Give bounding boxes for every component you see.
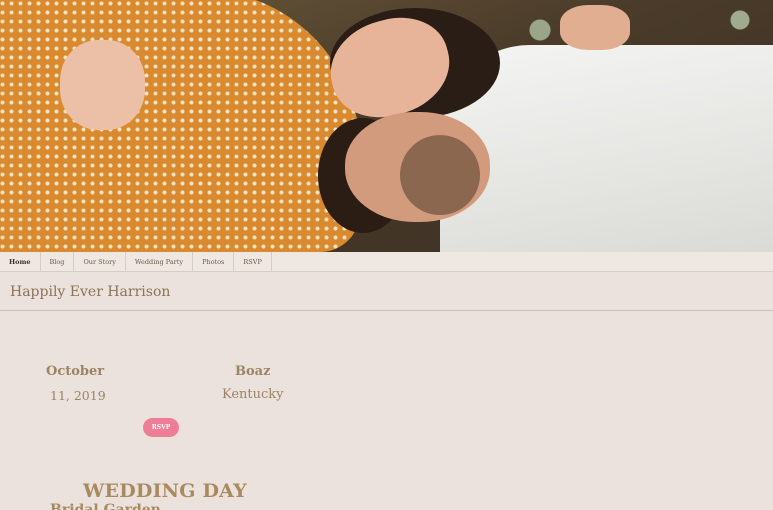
nav-wedding-party[interactable]: Wedding Party (126, 252, 194, 271)
top-nav: Home Blog Our Story Wedding Party Photos… (0, 252, 773, 272)
woman-hand (60, 40, 145, 130)
date-day-year: 11, 2019 (50, 388, 106, 403)
nav-rsvp[interactable]: RSVP (234, 252, 272, 271)
nav-our-story[interactable]: Our Story (74, 252, 126, 271)
rsvp-button[interactable]: RSVP (143, 418, 179, 437)
wedding-day-heading: WEDDING DAY (83, 480, 247, 502)
floral-dress (0, 0, 360, 252)
location-city: Boaz (235, 364, 271, 379)
man-beard (400, 135, 480, 215)
wedding-day-subheading: Bridal Garden (50, 502, 161, 510)
location-state: Kentucky (222, 387, 284, 402)
hero-photo (0, 0, 773, 252)
title-bar: Happily Ever Harrison (0, 272, 773, 311)
nav-blog[interactable]: Blog (41, 252, 75, 271)
site-title[interactable]: Happily Ever Harrison (10, 284, 170, 300)
thumbs-up-hand (560, 5, 630, 50)
date-month: October (46, 364, 105, 379)
nav-home[interactable]: Home (0, 252, 41, 271)
nav-photos[interactable]: Photos (193, 252, 235, 271)
